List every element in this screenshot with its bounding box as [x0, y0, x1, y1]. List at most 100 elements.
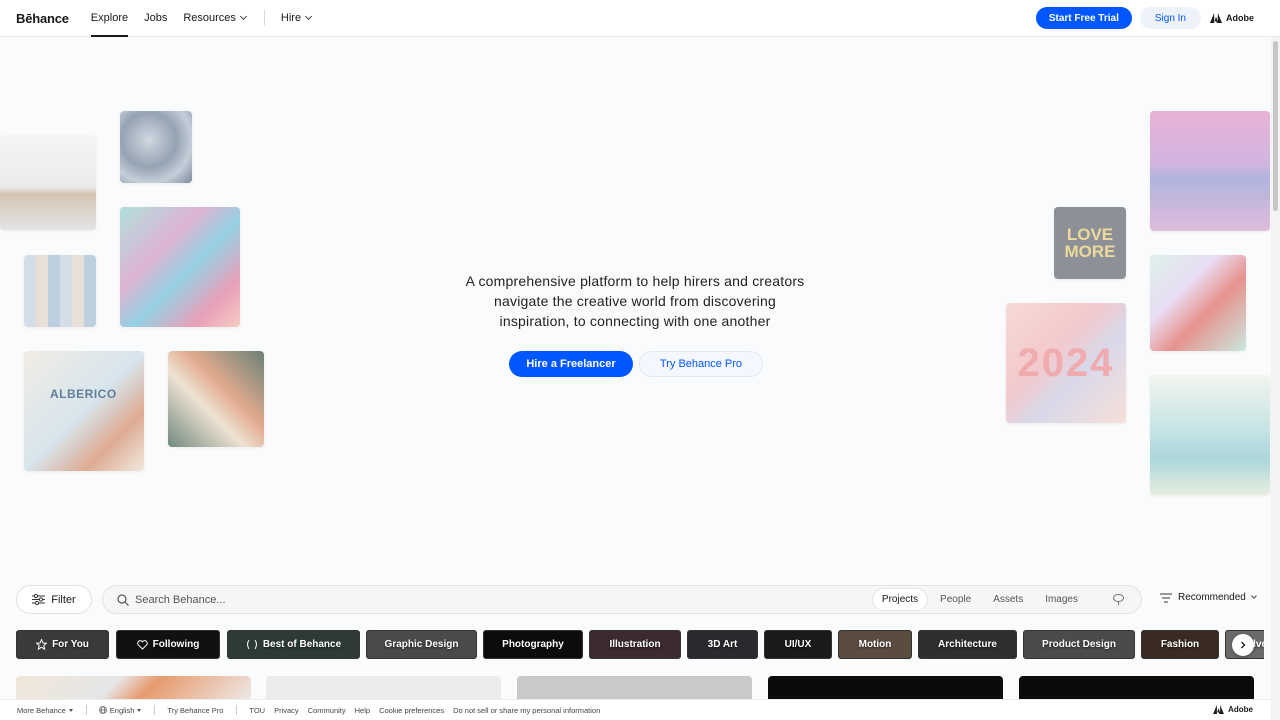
footer-language-label: English — [109, 705, 135, 715]
hero-thumb-mountain — [1150, 111, 1270, 231]
nav-resources[interactable]: Resources — [183, 0, 247, 37]
hero-thumb-mugs — [24, 255, 96, 327]
star-icon — [36, 639, 48, 650]
category-following[interactable]: Following — [116, 630, 220, 659]
sort-dropdown[interactable]: Recommended — [1160, 592, 1257, 603]
footer-divider — [154, 705, 156, 715]
year-label: 2024 — [1017, 341, 1115, 385]
love-more-label: LOVE MORE — [1064, 225, 1116, 261]
category-label: Following — [152, 639, 200, 650]
hero-tagline-line: inspiration, to connecting with one anot… — [499, 313, 771, 329]
category-architecture[interactable]: Architecture — [918, 630, 1017, 659]
tab-assets[interactable]: Assets — [984, 589, 1032, 610]
footer-link-do-not-sell[interactable]: Do not sell or share my personal informa… — [453, 706, 600, 715]
hero-tagline: A comprehensive platform to help hirers … — [430, 271, 840, 331]
caret-down-icon — [137, 708, 142, 712]
nav-divider — [263, 10, 265, 26]
search-bar[interactable]: Projects People Assets Images — [102, 585, 1142, 614]
nav-jobs-label: Jobs — [144, 12, 168, 24]
try-behance-pro-button[interactable]: Try Behance Pro — [639, 351, 763, 377]
filter-label: Filter — [51, 593, 76, 606]
behance-logo[interactable]: Bēhance — [16, 11, 69, 26]
header-actions: Start Free Trial Sign In Adobe — [1035, 7, 1254, 29]
hero-thumb-illustration — [120, 207, 240, 327]
nav-explore-label: Explore — [90, 12, 129, 24]
adobe-link[interactable]: Adobe — [1210, 13, 1254, 23]
footer-language[interactable]: English — [98, 705, 142, 715]
heart-icon — [136, 639, 148, 650]
category-motion[interactable]: Motion — [838, 630, 912, 659]
category-label: Motion — [858, 639, 892, 650]
sign-in-button[interactable]: Sign In — [1139, 7, 1201, 29]
main-nav: Explore Jobs Resources Hire — [90, 0, 327, 37]
nav-hire[interactable]: Hire — [281, 0, 313, 37]
hero-actions: Hire a Freelancer Try Behance Pro — [509, 351, 763, 377]
visual-search-icon[interactable] — [1112, 593, 1125, 606]
category-illustration[interactable]: Illustration — [589, 630, 681, 659]
hero-thumb-abstract — [120, 111, 192, 183]
nav-explore[interactable]: Explore — [90, 0, 129, 37]
footer-adobe-link[interactable]: Adobe — [1213, 705, 1253, 714]
category-graphic-design[interactable]: Graphic Design — [366, 630, 477, 659]
hero-tagline-line: navigate the creative world from discove… — [494, 293, 776, 309]
hero-thumb-2024: 2024 — [1006, 303, 1126, 423]
category-product-design[interactable]: Product Design — [1023, 630, 1135, 659]
footer-more-behance[interactable]: More Behance — [17, 706, 73, 715]
search-type-tabs: Projects People Assets Images — [869, 589, 1087, 610]
category-label: Graphic Design — [384, 639, 459, 650]
footer-more-behance-label: More Behance — [17, 705, 66, 715]
caret-down-icon — [68, 708, 73, 712]
category-label: Photography — [502, 639, 564, 650]
category-best-of-behance[interactable]: Best of Behance — [227, 630, 360, 659]
filter-button[interactable]: Filter — [16, 585, 92, 614]
footer-divider — [85, 705, 87, 715]
hero-thumb-city — [1150, 375, 1270, 495]
chevron-right-icon — [1241, 641, 1246, 649]
footer-bar: More Behance English Try Behance Pro TOU… — [0, 699, 1271, 720]
hero-thumb-love-more: LOVE MORE — [1054, 207, 1126, 279]
footer-adobe-label: Adobe — [1228, 705, 1253, 714]
search-input[interactable] — [135, 593, 835, 606]
start-free-trial-button[interactable]: Start Free Trial — [1035, 7, 1132, 29]
hero-thumb-3d-objects — [1150, 255, 1246, 351]
page-scrollbar[interactable] — [1271, 37, 1280, 720]
chevron-down-icon — [1250, 593, 1257, 599]
footer-link-tou[interactable]: TOU — [249, 706, 265, 715]
hero-thumb-interior — [0, 135, 96, 230]
category-fashion[interactable]: Fashion — [1141, 630, 1219, 659]
globe-icon — [98, 706, 107, 714]
category-label: 3D Art — [707, 639, 738, 650]
sort-label: Recommended — [1178, 592, 1246, 603]
hire-freelancer-button[interactable]: Hire a Freelancer — [509, 351, 633, 377]
adobe-logo-icon — [1213, 705, 1225, 714]
category-label: Fashion — [1160, 639, 1200, 650]
scrollbar-thumb[interactable] — [1273, 41, 1278, 211]
category-3d-art[interactable]: 3D Art — [687, 630, 758, 659]
footer-link-community[interactable]: Community — [308, 706, 346, 715]
footer-link-cookie-preferences[interactable]: Cookie preferences — [379, 706, 444, 715]
sort-lines-icon — [1160, 593, 1172, 602]
category-label: Product Design — [1042, 639, 1116, 650]
category-ui-ux[interactable]: UI/UX — [764, 630, 832, 659]
category-label: For You — [52, 639, 89, 650]
nav-jobs[interactable]: Jobs — [144, 0, 167, 37]
footer-try-pro[interactable]: Try Behance Pro — [167, 706, 223, 715]
hero-thumb-menu: ALBERICO — [24, 351, 144, 471]
tab-images[interactable]: Images — [1036, 589, 1087, 610]
adobe-logo-icon — [1210, 13, 1222, 23]
hero-thumb-pattern — [168, 351, 264, 447]
top-nav-bar: Bēhance Explore Jobs Resources Hire Star… — [0, 0, 1280, 37]
chevron-down-icon — [239, 12, 247, 21]
footer-link-privacy[interactable]: Privacy — [274, 706, 299, 715]
filter-sliders-icon — [32, 594, 46, 605]
category-photography[interactable]: Photography — [483, 630, 583, 659]
category-next-button[interactable] — [1232, 634, 1254, 656]
category-for-you[interactable]: For You — [16, 630, 109, 659]
footer-link-help[interactable]: Help — [355, 706, 370, 715]
category-label: UI/UX — [784, 639, 812, 650]
nav-resources-label: Resources — [183, 12, 236, 24]
laurel-icon — [246, 639, 257, 650]
hero-tagline-line: A comprehensive platform to help hirers … — [465, 273, 805, 289]
tab-projects[interactable]: Projects — [872, 589, 928, 610]
tab-people[interactable]: People — [931, 589, 980, 610]
